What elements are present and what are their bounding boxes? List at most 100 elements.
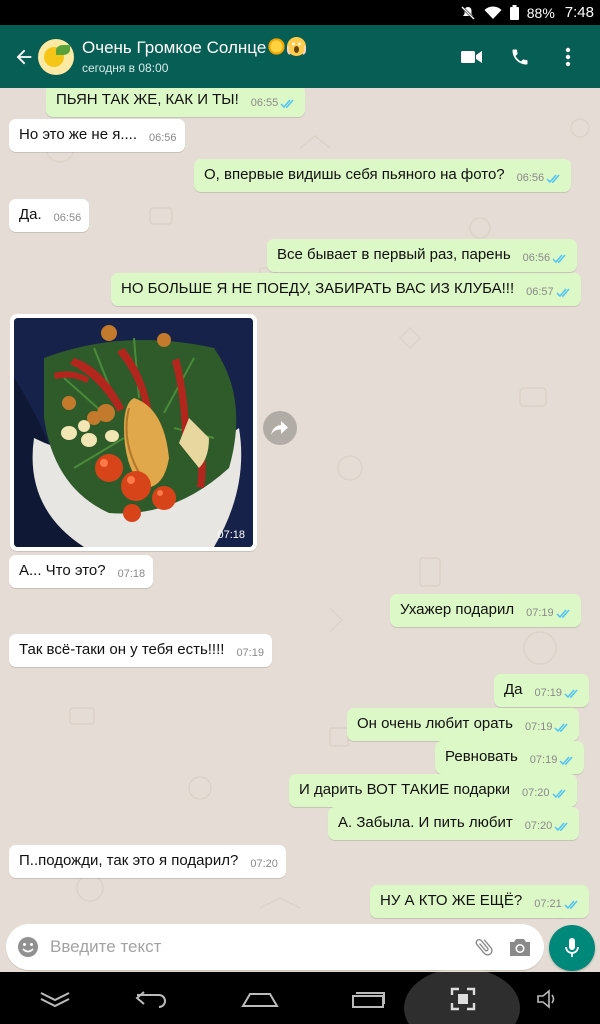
message-text: Он очень любит орать xyxy=(357,715,513,732)
chevron-double-down-icon xyxy=(40,992,70,1008)
battery-percent: 88% xyxy=(526,4,555,21)
forward-button[interactable] xyxy=(263,411,297,445)
message-photo[interactable]: 07:18 xyxy=(10,314,257,551)
message-text: А. Забыла. И пить любит xyxy=(338,814,513,831)
message-text: НО БОЛЬШЕ Я НЕ ПОЕДУ, ЗАБИРАТЬ ВАС ИЗ КЛ… xyxy=(121,280,515,297)
message-input[interactable] xyxy=(50,937,466,957)
nav-recents-button[interactable] xyxy=(350,974,388,1024)
header-actions xyxy=(460,45,580,69)
chat-title: Очень Громкое Солнце xyxy=(82,38,267,57)
message-text: П..подожди, так это я подарил? xyxy=(19,852,239,869)
volume-button[interactable] xyxy=(534,974,562,1024)
read-receipt-icon xyxy=(556,609,570,618)
message-time: 07:19 xyxy=(534,687,563,699)
message-outgoing[interactable]: Ревновать 07:19 xyxy=(435,741,585,774)
message-incoming[interactable]: Но это же не я.... 06:56 xyxy=(9,119,185,152)
battery-icon xyxy=(509,5,519,20)
status-bar: 88% 7:48 xyxy=(0,0,600,25)
chat-info[interactable]: Очень Громкое Солнце сегодня в 08:00 xyxy=(82,37,460,76)
message-text: А... Что это? xyxy=(19,562,106,579)
phone-icon xyxy=(512,49,528,64)
message-text: Так всё-таки он у тебя есть!!!! xyxy=(19,641,225,658)
back-arrow-icon xyxy=(16,49,32,64)
message-outgoing[interactable]: НУ А КТО ЖЕ ЕЩЁ? 07:21 xyxy=(370,885,589,918)
screenshot-frame-icon xyxy=(450,987,476,1011)
message-text: Да xyxy=(504,681,523,698)
message-text: И дарить ВОТ ТАКИЕ подарки xyxy=(299,781,510,798)
message-text: Все бывает в первый раз, парень xyxy=(277,246,511,263)
volume-icon xyxy=(537,989,555,1009)
message-outgoing[interactable]: А. Забыла. И пить любит 07:20 xyxy=(328,807,580,840)
message-outgoing[interactable]: НО БОЛЬШЕ Я НЕ ПОЕДУ, ЗАБИРАТЬ ВАС ИЗ КЛ… xyxy=(111,273,581,306)
message-outgoing[interactable]: ПЬЯН ТАК ЖЕ, КАК И ТЫ! 06:55 xyxy=(46,88,306,117)
message-outgoing[interactable]: Он очень любит орать 07:19 xyxy=(347,708,580,741)
message-time: 06:56 xyxy=(149,132,177,144)
message-incoming[interactable]: Так всё-таки он у тебя есть!!!! 07:19 xyxy=(9,634,272,667)
attach-button[interactable] xyxy=(466,924,502,970)
message-time: 07:18 xyxy=(217,529,245,541)
notifications-off-icon xyxy=(460,5,476,21)
message-time: 07:19 xyxy=(236,647,264,659)
message-outgoing[interactable]: И дарить ВОТ ТАКИЕ подарки 07:20 xyxy=(289,774,577,807)
message-list[interactable]: ПЬЯН ТАК ЖЕ, КАК И ТЫ! 06:55 Но это же н… xyxy=(0,88,600,972)
message-outgoing[interactable]: О, впервые видишь себя пьяного на фото? … xyxy=(194,159,572,192)
nav-back-button[interactable] xyxy=(134,974,170,1024)
message-time: 06:57 xyxy=(526,286,554,298)
wifi-icon xyxy=(484,5,502,20)
emoji-button[interactable] xyxy=(6,924,50,970)
home-icon xyxy=(241,993,279,1007)
message-time: 07:19 xyxy=(524,721,553,733)
message-time: 07:20 xyxy=(524,820,553,832)
smiley-icon xyxy=(18,937,38,957)
message-time: 07:18 xyxy=(117,568,146,580)
screaming-face-emoji-icon xyxy=(287,37,307,56)
message-text: НУ А КТО ЖЕ ЕЩЁ? xyxy=(380,892,523,909)
message-text: Да. xyxy=(19,206,42,223)
message-time: 07:21 xyxy=(534,898,562,910)
voice-call-button[interactable] xyxy=(508,45,532,69)
message-incoming[interactable]: П..подожди, так это я подарил? 07:20 xyxy=(9,845,286,878)
more-options-button[interactable] xyxy=(556,45,580,69)
more-vert-icon xyxy=(565,47,571,66)
composer xyxy=(0,922,600,972)
message-incoming[interactable]: А... Что это? 07:18 xyxy=(9,555,154,588)
video-call-button[interactable] xyxy=(460,45,484,69)
message-outgoing[interactable]: Да 07:19 xyxy=(494,674,590,707)
nav-home-button[interactable] xyxy=(240,974,280,1024)
back-button[interactable] xyxy=(6,25,42,88)
message-input-container xyxy=(6,924,544,970)
read-receipt-icon xyxy=(564,900,578,909)
chat-header: Очень Громкое Солнце сегодня в 08:00 xyxy=(0,25,600,88)
avatar[interactable] xyxy=(38,38,74,75)
message-time: 07:19 xyxy=(529,754,558,766)
message-text: О, впервые видишь себя пьяного на фото? xyxy=(204,166,505,183)
message-time: 06:56 xyxy=(53,212,82,224)
screenshot-button[interactable] xyxy=(448,974,478,1024)
bouquet-photo[interactable]: 07:18 xyxy=(14,318,253,547)
last-seen: сегодня в 08:00 xyxy=(82,61,169,75)
hide-keyboard-button[interactable] xyxy=(38,974,72,1024)
message-time: 06:56 xyxy=(516,172,545,184)
message-incoming[interactable]: Да. 06:56 xyxy=(9,199,90,232)
microphone-icon xyxy=(565,938,579,957)
message-outgoing[interactable]: Все бывает в первый раз, парень 06:56 xyxy=(267,239,578,272)
read-receipt-icon xyxy=(554,822,568,831)
message-outgoing[interactable]: Ухажер подарил 07:19 xyxy=(390,594,581,627)
message-time: 06:55 xyxy=(250,97,279,109)
voice-message-button[interactable] xyxy=(549,925,595,971)
message-time: 07:20 xyxy=(250,858,278,870)
read-receipt-icon xyxy=(546,174,560,183)
read-receipt-icon xyxy=(554,723,569,732)
message-time: 07:20 xyxy=(522,787,550,799)
status-time: 7:48 xyxy=(564,4,594,21)
forward-icon xyxy=(271,421,288,435)
read-receipt-icon xyxy=(280,99,294,108)
camera-button[interactable] xyxy=(502,924,538,970)
read-receipt-icon xyxy=(552,789,566,798)
chat-title-row: Очень Громкое Солнце xyxy=(82,37,460,58)
camera-icon xyxy=(510,939,530,956)
read-receipt-icon xyxy=(564,689,578,698)
nav-back-icon xyxy=(135,991,166,1008)
video-call-icon xyxy=(461,50,482,63)
read-receipt-icon xyxy=(556,288,570,297)
